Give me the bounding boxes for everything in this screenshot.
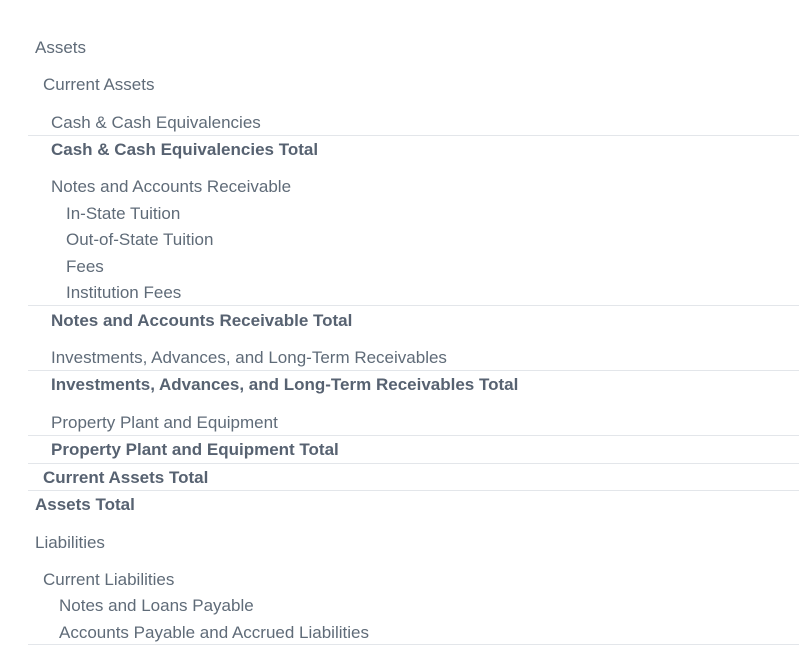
- row-label: Property Plant and Equipment Total: [51, 440, 339, 459]
- row-divider: [28, 305, 799, 306]
- row-label: Accounts Payable and Accrued Liabilities: [59, 623, 369, 642]
- row-divider: [28, 644, 799, 645]
- row-divider: [28, 370, 799, 371]
- row-current-liabilities[interactable]: Current Liabilities: [0, 568, 799, 592]
- row-label: Assets Total: [35, 495, 135, 514]
- row-divider: [28, 490, 799, 491]
- row-out-of-state-tuition[interactable]: Out-of-State Tuition: [0, 228, 799, 252]
- row-ppe[interactable]: Property Plant and Equipment: [0, 411, 799, 435]
- row-label: Investments, Advances, and Long-Term Rec…: [51, 375, 519, 394]
- row-notes-ar-total[interactable]: Notes and Accounts Receivable Total: [0, 309, 799, 333]
- row-divider: [28, 135, 799, 136]
- row-label: Institution Fees: [66, 283, 182, 302]
- row-cash[interactable]: Cash & Cash Equivalencies: [0, 111, 799, 135]
- row-current-assets[interactable]: Current Assets: [0, 73, 799, 97]
- row-label: In-State Tuition: [66, 204, 181, 223]
- row-accounts-payable[interactable]: Accounts Payable and Accrued Liabilities: [0, 621, 799, 645]
- row-in-state-tuition[interactable]: In-State Tuition: [0, 202, 799, 226]
- row-current-assets-total[interactable]: Current Assets Total: [0, 466, 799, 490]
- row-label: Cash & Cash Equivalencies Total: [51, 140, 319, 159]
- row-label: Fees: [66, 257, 104, 276]
- row-label: Notes and Accounts Receivable: [51, 177, 292, 196]
- row-investments[interactable]: Investments, Advances, and Long-Term Rec…: [0, 346, 799, 370]
- row-assets-total[interactable]: Assets Total: [0, 493, 799, 517]
- row-divider: [28, 463, 799, 464]
- balance-sheet-tree: Assets Current Assets Cash & Cash Equiva…: [0, 0, 799, 646]
- row-notes-ar[interactable]: Notes and Accounts Receivable: [0, 175, 799, 199]
- row-divider: [28, 435, 799, 436]
- row-label: Liabilities: [35, 533, 105, 552]
- row-label: Assets: [35, 38, 87, 57]
- row-assets[interactable]: Assets: [0, 36, 799, 60]
- row-label: Current Assets: [43, 75, 155, 94]
- row-institution-fees[interactable]: Institution Fees: [0, 281, 799, 305]
- row-fees[interactable]: Fees: [0, 255, 799, 279]
- row-cash-total[interactable]: Cash & Cash Equivalencies Total: [0, 138, 799, 162]
- row-notes-loans-payable[interactable]: Notes and Loans Payable: [0, 594, 799, 618]
- row-ppe-total[interactable]: Property Plant and Equipment Total: [0, 438, 799, 462]
- row-label: Current Liabilities: [43, 570, 175, 589]
- row-label: Property Plant and Equipment: [51, 413, 278, 432]
- row-label: Notes and Accounts Receivable Total: [51, 311, 353, 330]
- row-label: Notes and Loans Payable: [59, 596, 254, 615]
- row-label: Current Assets Total: [43, 468, 209, 487]
- row-label: Cash & Cash Equivalencies: [51, 113, 261, 132]
- row-investments-total[interactable]: Investments, Advances, and Long-Term Rec…: [0, 373, 799, 397]
- row-label: Out-of-State Tuition: [66, 230, 214, 249]
- row-liabilities[interactable]: Liabilities: [0, 531, 799, 555]
- row-label: Investments, Advances, and Long-Term Rec…: [51, 348, 447, 367]
